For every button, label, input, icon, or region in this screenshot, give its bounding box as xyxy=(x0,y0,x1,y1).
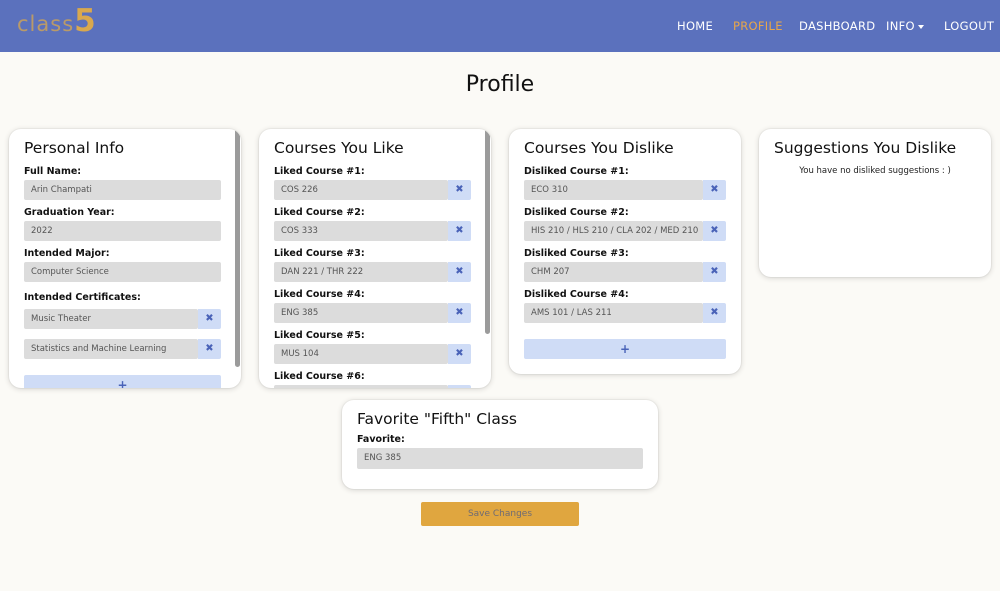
remove-disliked-course-4-button[interactable]: ✖ xyxy=(703,303,726,323)
favorite-input[interactable]: ENG 385 xyxy=(357,448,643,469)
close-icon: ✖ xyxy=(710,307,719,318)
close-icon: ✖ xyxy=(710,225,719,236)
disliked-suggestions-title: Suggestions You Dislike xyxy=(774,139,957,157)
nav-info-dropdown[interactable]: INFO xyxy=(886,19,924,33)
close-icon: ✖ xyxy=(205,313,214,324)
remove-liked-course-2-button[interactable]: ✖ xyxy=(448,221,471,241)
nav-logout[interactable]: LOGOUT xyxy=(944,19,994,33)
navbar: class 5 HOME PROFILE DASHBOARD INFO LOGO… xyxy=(0,0,1000,52)
disliked-course-3-label: Disliked Course #3: xyxy=(524,248,629,259)
liked-course-1-input[interactable]: COS 226 xyxy=(274,180,448,200)
disliked-course-2-input[interactable]: HIS 210 / HLS 210 / CLA 202 / MED 210 xyxy=(524,221,703,241)
disliked-course-2-label: Disliked Course #2: xyxy=(524,207,629,218)
liked-course-3-input[interactable]: DAN 221 / THR 222 xyxy=(274,262,448,282)
disliked-courses-card: Courses You Dislike Disliked Course #1: … xyxy=(509,129,741,374)
close-icon: ✖ xyxy=(455,348,464,359)
nav-home[interactable]: HOME xyxy=(677,19,713,33)
disliked-course-1-label: Disliked Course #1: xyxy=(524,166,629,177)
personal-info-scrollbar[interactable] xyxy=(235,129,240,367)
disliked-courses-title: Courses You Dislike xyxy=(524,139,674,157)
remove-liked-course-3-button[interactable]: ✖ xyxy=(448,262,471,282)
remove-certificate-1-button[interactable]: ✖ xyxy=(198,309,221,329)
full-name-label: Full Name: xyxy=(24,166,82,177)
grad-year-input[interactable]: 2022 xyxy=(24,221,221,241)
nav-profile[interactable]: PROFILE xyxy=(733,19,783,33)
disliked-course-4-input[interactable]: AMS 101 / LAS 211 xyxy=(524,303,703,323)
major-label: Intended Major: xyxy=(24,248,110,259)
caret-down-icon xyxy=(917,24,924,29)
liked-course-1-label: Liked Course #1: xyxy=(274,166,365,177)
remove-liked-course-5-button[interactable]: ✖ xyxy=(448,344,471,364)
personal-info-title: Personal Info xyxy=(24,139,125,157)
liked-course-6-label: Liked Course #6: xyxy=(274,371,365,382)
disliked-suggestions-card: Suggestions You Dislike You have no disl… xyxy=(759,129,991,277)
remove-liked-course-1-button[interactable]: ✖ xyxy=(448,180,471,200)
disliked-course-4-label: Disliked Course #4: xyxy=(524,289,629,300)
liked-course-5-label: Liked Course #5: xyxy=(274,330,365,341)
liked-course-5-input[interactable]: MUS 104 xyxy=(274,344,448,364)
personal-info-card: Personal Info Full Name: Arin Champati G… xyxy=(9,129,241,388)
nav-dashboard[interactable]: DASHBOARD xyxy=(799,19,875,33)
remove-liked-course-6-button[interactable] xyxy=(448,385,471,388)
remove-certificate-2-button[interactable]: ✖ xyxy=(198,339,221,359)
save-changes-button[interactable]: Save Changes xyxy=(421,502,579,526)
liked-course-2-input[interactable]: COS 333 xyxy=(274,221,448,241)
close-icon: ✖ xyxy=(205,343,214,354)
page-title: Profile xyxy=(465,72,535,97)
major-input[interactable]: Computer Science xyxy=(24,262,221,282)
nav-info-label: INFO xyxy=(886,19,915,33)
logo-number: 5 xyxy=(74,3,96,39)
favorite-fifth-title: Favorite "Fifth" Class xyxy=(357,410,518,428)
liked-course-4-label: Liked Course #4: xyxy=(274,289,365,300)
remove-disliked-course-2-button[interactable]: ✖ xyxy=(703,221,726,241)
close-icon: ✖ xyxy=(710,266,719,277)
grad-year-label: Graduation Year: xyxy=(24,207,115,218)
liked-course-2-label: Liked Course #2: xyxy=(274,207,365,218)
liked-course-4-input[interactable]: ENG 385 xyxy=(274,303,448,323)
add-certificate-button[interactable]: + xyxy=(24,375,221,388)
liked-courses-title: Courses You Like xyxy=(274,139,404,157)
certificate-input-1[interactable]: Music Theater xyxy=(24,309,198,329)
certificate-input-2[interactable]: Statistics and Machine Learning xyxy=(24,339,198,359)
close-icon: ✖ xyxy=(455,266,464,277)
logo-text: class xyxy=(17,12,75,36)
favorite-fifth-card: Favorite "Fifth" Class Favorite: ENG 385 xyxy=(342,400,658,489)
favorite-label: Favorite: xyxy=(357,434,405,445)
disliked-course-3-input[interactable]: CHM 207 xyxy=(524,262,703,282)
certificates-label: Intended Certificates: xyxy=(24,292,141,303)
plus-icon: + xyxy=(619,342,631,356)
liked-course-3-label: Liked Course #3: xyxy=(274,248,365,259)
close-icon: ✖ xyxy=(455,225,464,236)
remove-liked-course-4-button[interactable]: ✖ xyxy=(448,303,471,323)
logo[interactable]: class 5 xyxy=(17,6,96,46)
liked-courses-scrollbar[interactable] xyxy=(485,129,490,334)
close-icon: ✖ xyxy=(455,184,464,195)
close-icon: ✖ xyxy=(710,184,719,195)
liked-courses-card: Courses You Like Liked Course #1: COS 22… xyxy=(259,129,491,388)
disliked-course-1-input[interactable]: ECO 310 xyxy=(524,180,703,200)
full-name-input[interactable]: Arin Champati xyxy=(24,180,221,200)
liked-course-6-input[interactable] xyxy=(274,385,448,388)
empty-suggestions-message: You have no disliked suggestions : ) xyxy=(799,166,951,176)
close-icon: ✖ xyxy=(455,307,464,318)
remove-disliked-course-1-button[interactable]: ✖ xyxy=(703,180,726,200)
add-disliked-course-button[interactable]: + xyxy=(524,339,726,359)
remove-disliked-course-3-button[interactable]: ✖ xyxy=(703,262,726,282)
plus-icon: + xyxy=(117,378,128,388)
